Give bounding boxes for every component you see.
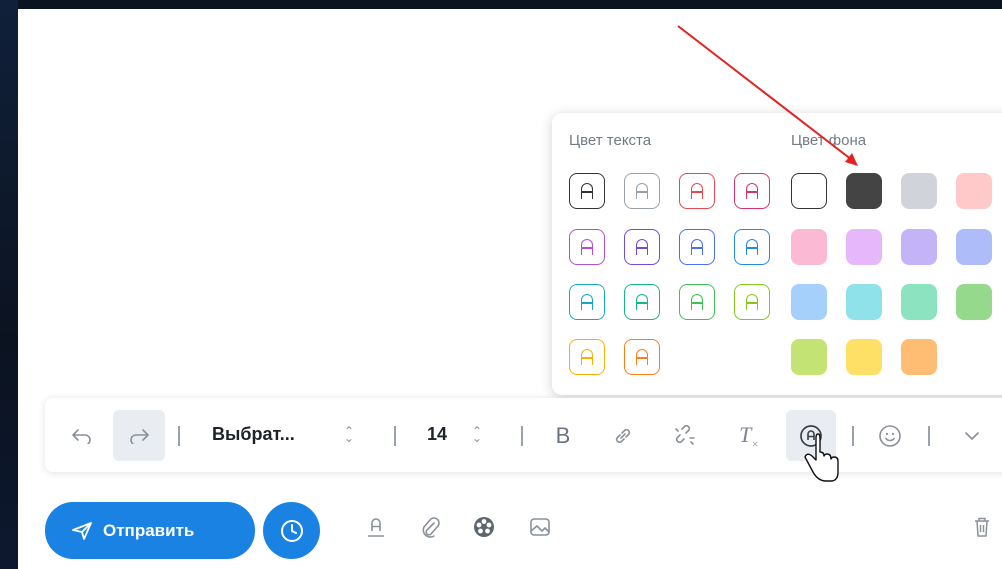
bg-color-swatch[interactable]	[846, 284, 882, 320]
text-color-icon	[800, 425, 822, 447]
bg-color-swatch[interactable]	[846, 339, 882, 375]
text-color-swatch[interactable]	[734, 229, 770, 265]
bg-color-swatch[interactable]	[901, 339, 937, 375]
bg-color-swatch[interactable]	[791, 229, 827, 265]
bg-color-swatch[interactable]	[791, 284, 827, 320]
send-icon	[72, 521, 92, 540]
letter-a-icon	[691, 239, 703, 255]
bg-color-swatch[interactable]	[901, 229, 937, 265]
link-button[interactable]	[608, 412, 638, 460]
letter-a-icon	[581, 183, 593, 199]
text-color-swatch[interactable]	[624, 339, 660, 375]
toolbar-separator	[928, 426, 930, 446]
font-format-button[interactable]	[362, 513, 390, 541]
letter-a-icon	[636, 349, 648, 365]
toolbar-separator	[178, 426, 180, 446]
text-color-swatch[interactable]	[569, 284, 605, 320]
letter-a-icon	[581, 239, 593, 255]
emoji-button[interactable]	[875, 412, 905, 460]
font-size-input[interactable]: 14	[427, 424, 447, 445]
font-format-icon	[368, 518, 384, 537]
text-color-swatch[interactable]	[569, 229, 605, 265]
paperclip-icon	[422, 517, 440, 538]
letter-a-icon	[691, 183, 703, 199]
text-color-swatch[interactable]	[734, 173, 770, 209]
text-color-swatch[interactable]	[679, 173, 715, 209]
font-size-stepper-icon[interactable]: ⌃ ⌄	[472, 425, 482, 444]
text-color-swatch[interactable]	[569, 339, 605, 375]
bg-color-swatch[interactable]	[791, 173, 827, 209]
letter-a-icon	[581, 349, 593, 365]
text-color-swatch[interactable]	[734, 284, 770, 320]
letter-a-icon	[746, 294, 758, 310]
window-top-edge	[0, 0, 1002, 9]
undo-icon	[72, 429, 91, 444]
letter-a-icon	[581, 294, 593, 310]
letter-a-icon	[636, 294, 648, 310]
text-color-title: Цвет текста	[569, 132, 652, 149]
clock-icon	[280, 519, 303, 542]
bg-color-swatch[interactable]	[791, 339, 827, 375]
more-options-button[interactable]	[958, 412, 986, 460]
letter-a-icon	[636, 239, 648, 255]
delete-draft-button[interactable]	[968, 513, 996, 541]
unlink-button[interactable]	[668, 412, 702, 460]
font-family-select[interactable]: Выбрат...	[212, 424, 295, 445]
text-color-swatch[interactable]	[679, 284, 715, 320]
toolbar-separator	[521, 426, 523, 446]
bg-color-swatch[interactable]	[956, 229, 992, 265]
bg-color-swatch[interactable]	[956, 284, 992, 320]
schedule-send-button[interactable]	[263, 502, 320, 559]
clear-format-icon: T×	[739, 421, 759, 451]
emoji-icon	[879, 425, 901, 447]
chevron-down-icon	[965, 432, 979, 440]
text-color-swatch[interactable]	[569, 173, 605, 209]
redo-icon	[130, 429, 149, 444]
letter-a-icon	[691, 294, 703, 310]
send-label: Отправить	[103, 520, 195, 540]
letter-a-icon	[746, 183, 758, 199]
bold-button[interactable]: B	[548, 412, 578, 460]
bg-color-swatch[interactable]	[901, 173, 937, 209]
bg-color-title: Цвет фона	[791, 132, 867, 149]
palette-button[interactable]	[470, 513, 498, 541]
trash-icon	[975, 517, 989, 537]
text-color-button[interactable]	[793, 412, 829, 460]
unlink-icon	[675, 424, 695, 445]
send-button[interactable]: Отправить	[45, 502, 255, 559]
insert-image-button[interactable]	[526, 513, 554, 541]
image-icon	[530, 518, 550, 536]
bg-color-swatch[interactable]	[846, 229, 882, 265]
formatting-toolbar	[45, 398, 1002, 472]
bg-color-swatch[interactable]	[901, 284, 937, 320]
link-icon	[615, 428, 631, 444]
undo-button[interactable]	[62, 412, 102, 460]
toolbar-separator	[852, 426, 854, 446]
attach-button[interactable]	[416, 513, 444, 541]
toolbar-separator	[394, 426, 396, 446]
text-color-swatch[interactable]	[624, 229, 660, 265]
bold-icon: B	[555, 423, 571, 448]
bg-color-swatch[interactable]	[956, 173, 992, 209]
clear-format-button[interactable]: T×	[734, 412, 764, 460]
text-color-swatch[interactable]	[679, 229, 715, 265]
text-color-swatch[interactable]	[624, 284, 660, 320]
letter-a-icon	[636, 183, 648, 199]
text-color-swatch[interactable]	[624, 173, 660, 209]
bg-color-swatch[interactable]	[846, 173, 882, 209]
letter-a-icon	[746, 239, 758, 255]
font-family-chevron-icon[interactable]: ⌃ ⌄	[344, 425, 354, 444]
palette-icon	[474, 517, 494, 537]
window-left-edge	[0, 0, 18, 569]
redo-button[interactable]	[118, 412, 160, 460]
